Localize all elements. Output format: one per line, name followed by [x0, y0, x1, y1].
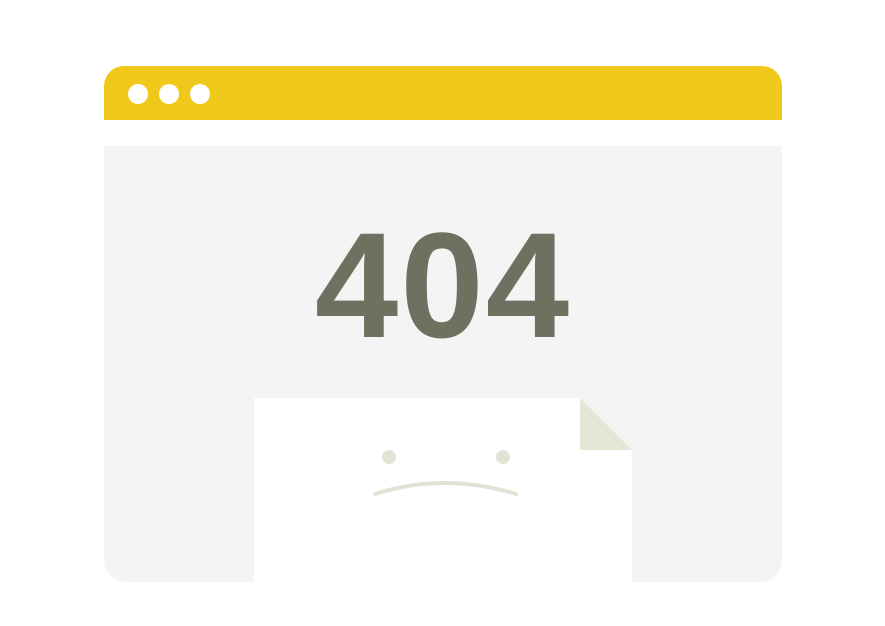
document-page [254, 398, 632, 582]
window-dot-1 [128, 84, 148, 104]
document-fold [580, 398, 632, 450]
left-eye [382, 450, 396, 464]
window-dot-2 [159, 84, 179, 104]
window-dot-3 [190, 84, 210, 104]
error-page: 404 [0, 0, 885, 626]
sad-document-icon [254, 398, 632, 582]
browser-content: 404 [104, 146, 782, 582]
error-code: 404 [314, 201, 572, 369]
right-eye [496, 450, 510, 464]
